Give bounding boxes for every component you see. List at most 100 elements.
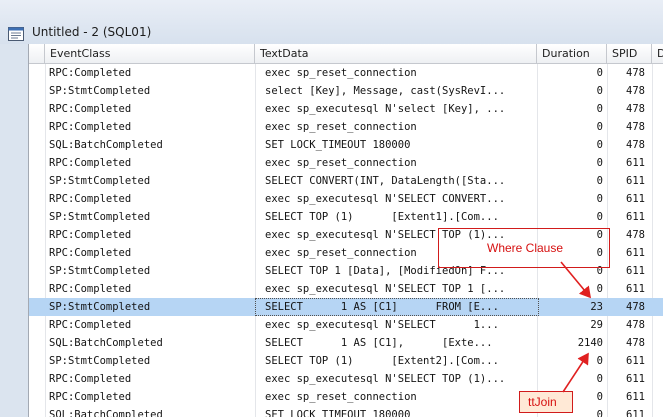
event-class-cell: RPC:Completed <box>49 319 132 331</box>
spid-cell: 611 <box>626 193 645 205</box>
spid-cell: 611 <box>626 283 645 295</box>
window-title: Untitled - 2 (SQL01) <box>32 25 152 39</box>
table-row[interactable]: RPC:Completed exec sp_reset_connection 0 47… <box>29 64 663 82</box>
column-header-spid[interactable]: SPID <box>607 44 652 64</box>
spid-cell: 611 <box>626 265 645 277</box>
text-data-cell: SELECT 1 AS [C1] FROM [E... <box>265 301 499 313</box>
event-class-cell: SP:StmtCompleted <box>49 301 151 313</box>
row-selector-header <box>29 44 45 64</box>
column-header-duration[interactable]: Duration <box>537 44 607 64</box>
table-row[interactable]: RPC:Completed exec sp_reset_connection 0 61… <box>29 154 663 172</box>
text-data-cell: SELECT 1 AS [C1], [Exte... <box>265 337 493 349</box>
duration-cell: 0 <box>596 103 603 115</box>
event-class-cell: SP:StmtCompleted <box>49 265 151 277</box>
event-class-cell: SQL:BatchCompleted <box>49 139 163 151</box>
spid-cell: 611 <box>626 355 645 367</box>
text-data-cell: exec sp_executesql N'SELECT TOP 1 [... <box>265 283 506 295</box>
event-class-cell: RPC:Completed <box>49 193 132 205</box>
table-row[interactable]: RPC:Completed exec sp_executesql N'select… <box>29 100 663 118</box>
spid-cell: 611 <box>626 175 645 187</box>
text-data-cell: exec sp_reset_connection <box>265 121 417 133</box>
table-row[interactable]: SP:StmtCompleted select [Key], Message, c… <box>29 82 663 100</box>
text-data-cell: SELECT CONVERT(INT, DataLength([Sta... <box>265 175 506 187</box>
event-class-cell: RPC:Completed <box>49 247 132 259</box>
spid-cell: 478 <box>626 301 645 313</box>
text-data-cell: SELECT TOP (1) [Extent2].[Com... <box>265 355 499 367</box>
event-class-cell: RPC:Completed <box>49 391 132 403</box>
table-row[interactable]: SQL:BatchCompleted SELECT 1 AS [C1], [Ext… <box>29 334 663 352</box>
spid-cell: 611 <box>626 373 645 385</box>
duration-cell: 0 <box>596 355 603 367</box>
event-class-cell: SP:StmtCompleted <box>49 355 151 367</box>
text-data-cell: exec sp_reset_connection <box>265 391 417 403</box>
duration-cell: 0 <box>596 139 603 151</box>
table-row[interactable]: RPC:Completed exec sp_reset_connection 0 47… <box>29 118 663 136</box>
spid-cell: 478 <box>626 67 645 79</box>
table-row[interactable]: RPC:Completed exec sp_executesql N'SELECT… <box>29 370 663 388</box>
event-class-cell: RPC:Completed <box>49 157 132 169</box>
table-row[interactable]: SQL:BatchCompleted SET LOCK_TIMEOUT 18000… <box>29 136 663 154</box>
duration-cell: 0 <box>596 373 603 385</box>
column-header-textdata[interactable]: TextData <box>255 44 537 64</box>
join-label: ttJoin <box>528 395 557 409</box>
duration-cell: 0 <box>596 157 603 169</box>
table-row[interactable]: SP:StmtCompleted SELECT TOP (1) [Extent1]… <box>29 208 663 226</box>
event-class-cell: RPC:Completed <box>49 283 132 295</box>
spid-cell: 611 <box>626 211 645 223</box>
table-row[interactable]: RPC:Completed exec sp_executesql N'SELECT… <box>29 190 663 208</box>
duration-cell: 0 <box>596 211 603 223</box>
event-class-cell: RPC:Completed <box>49 67 132 79</box>
text-data-cell: exec sp_executesql N'SELECT TOP (1)... <box>265 373 506 385</box>
spid-cell: 611 <box>626 391 645 403</box>
text-data-cell: exec sp_reset_connection <box>265 67 417 79</box>
text-data-cell: exec sp_executesql N'select [Key], ... <box>265 103 506 115</box>
table-row[interactable]: SP:StmtCompleted SELECT 1 AS [C1] FROM [E… <box>29 298 663 316</box>
event-class-cell: RPC:Completed <box>49 373 132 385</box>
duration-cell: 0 <box>596 193 603 205</box>
text-data-cell: exec sp_reset_connection <box>265 157 417 169</box>
text-data-cell: SELECT TOP (1) [Extent1].[Com... <box>265 211 499 223</box>
spid-cell: 611 <box>626 157 645 169</box>
spid-cell: 478 <box>626 139 645 151</box>
text-data-cell: exec sp_executesql N'SELECT CONVERT... <box>265 193 506 205</box>
event-class-cell: SP:StmtCompleted <box>49 85 151 97</box>
spid-cell: 611 <box>626 247 645 259</box>
spid-cell: 478 <box>626 337 645 349</box>
where-clause-label: Where Clause <box>487 241 564 255</box>
spid-cell: 478 <box>626 229 645 241</box>
text-data-cell: SET LOCK_TIMEOUT 180000 <box>265 409 411 417</box>
duration-cell: 0 <box>596 85 603 97</box>
event-class-cell: RPC:Completed <box>49 229 132 241</box>
duration-cell: 0 <box>596 67 603 79</box>
table-row[interactable]: SP:StmtCompleted SELECT CONVERT(INT, Data… <box>29 172 663 190</box>
text-data-cell: exec sp_executesql N'SELECT 1... <box>265 319 499 331</box>
spid-cell: 478 <box>626 103 645 115</box>
duration-cell: 23 <box>590 301 603 313</box>
duration-cell: 0 <box>596 121 603 133</box>
duration-cell: 0 <box>596 283 603 295</box>
event-class-cell: RPC:Completed <box>49 103 132 115</box>
grid-header: EventClass TextData Duration SPID D <box>29 44 663 64</box>
trace-window: Untitled - 2 (SQL01) EventClass TextData… <box>0 0 663 417</box>
table-row[interactable]: RPC:Completed exec sp_executesql N'SELECT… <box>29 280 663 298</box>
spid-cell: 478 <box>626 85 645 97</box>
duration-cell: 0 <box>596 175 603 187</box>
table-row[interactable]: SP:StmtCompleted SELECT TOP (1) [Extent2]… <box>29 352 663 370</box>
text-data-cell: SET LOCK_TIMEOUT 180000 <box>265 139 411 151</box>
title-bar[interactable]: Untitled - 2 (SQL01) <box>0 0 663 44</box>
duration-cell: 29 <box>590 319 603 331</box>
table-row[interactable]: RPC:Completed exec sp_executesql N'SELECT… <box>29 316 663 334</box>
event-class-cell: SQL:BatchCompleted <box>49 337 163 349</box>
column-header-eventclass[interactable]: EventClass <box>45 44 255 64</box>
column-header-d[interactable]: D <box>652 44 663 64</box>
trace-document-icon <box>8 26 24 41</box>
spid-cell: 478 <box>626 121 645 133</box>
duration-cell: 2140 <box>577 337 603 349</box>
event-class-cell: SP:StmtCompleted <box>49 175 151 187</box>
spid-cell: 611 <box>626 409 645 417</box>
spid-cell: 478 <box>626 319 645 331</box>
event-class-cell: SQL:BatchCompleted <box>49 409 163 417</box>
text-data-cell: select [Key], Message, cast(SysRevI... <box>265 85 506 97</box>
event-class-cell: SP:StmtCompleted <box>49 211 151 223</box>
event-class-cell: RPC:Completed <box>49 121 132 133</box>
